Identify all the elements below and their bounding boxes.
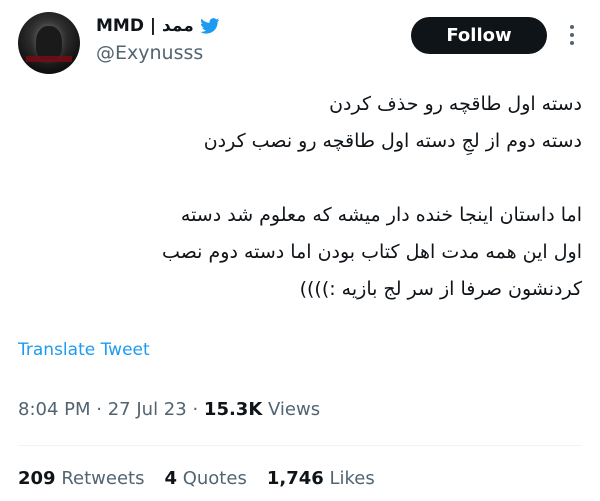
twitter-bird-icon [200, 18, 220, 34]
tweet-text: دسته اول طاقچه رو حذف کردن دسته دوم از ل… [18, 86, 582, 308]
retweets-stat[interactable]: 209 Retweets [18, 466, 144, 492]
more-options-icon[interactable] [560, 22, 584, 48]
translate-tweet-link[interactable]: Translate Tweet [18, 338, 150, 362]
divider [18, 445, 582, 446]
tweet-time[interactable]: 8:04 PM [18, 399, 91, 420]
quotes-label: Quotes [182, 468, 247, 489]
tweet-line: دسته دوم از لجِ دسته اول طاقچه رو نصب کر… [203, 130, 582, 152]
meta-separator: · [192, 399, 199, 420]
follow-button[interactable]: Follow [411, 17, 547, 54]
display-name-row[interactable]: MMD | ممد [96, 14, 220, 38]
tweet-line: دسته اول طاقچه رو حذف کردن [329, 93, 582, 115]
display-name[interactable]: MMD | ممد [96, 14, 194, 38]
meta-separator: · [96, 399, 102, 420]
likes-count: 1,746 [266, 468, 324, 489]
avatar[interactable] [18, 12, 80, 74]
views-count: 15.3K [203, 399, 263, 420]
retweets-count: 209 [18, 468, 56, 489]
quotes-count: 4 [164, 468, 177, 489]
likes-stat[interactable]: 1,746 Likes [267, 466, 375, 492]
tweet-line: کردنشون صرفا از سر لج بازیه :)))) [299, 278, 582, 300]
tweet-line: اول این همه مدت اهل کتاب بودن اما دسته د… [162, 241, 582, 263]
tweet-meta: 8:04 PM · 27 Jul 23 · 15.3K Views [18, 397, 320, 423]
avatar-stripe [26, 56, 72, 62]
retweets-label: Retweets [61, 468, 145, 489]
user-handle[interactable]: @Exynusss [96, 40, 203, 66]
tweet-line: اما داستان اینجا خنده دار میشه که معلوم … [180, 204, 582, 226]
tweet-date[interactable]: 27 Jul 23 [108, 399, 187, 420]
engagement-stats: 209 Retweets 4 Quotes 1,746 Likes [18, 466, 375, 492]
quotes-stat[interactable]: 4 Quotes [164, 466, 246, 492]
likes-label: Likes [329, 468, 375, 489]
views-label: Views [268, 399, 321, 420]
avatar-figure [36, 26, 62, 60]
